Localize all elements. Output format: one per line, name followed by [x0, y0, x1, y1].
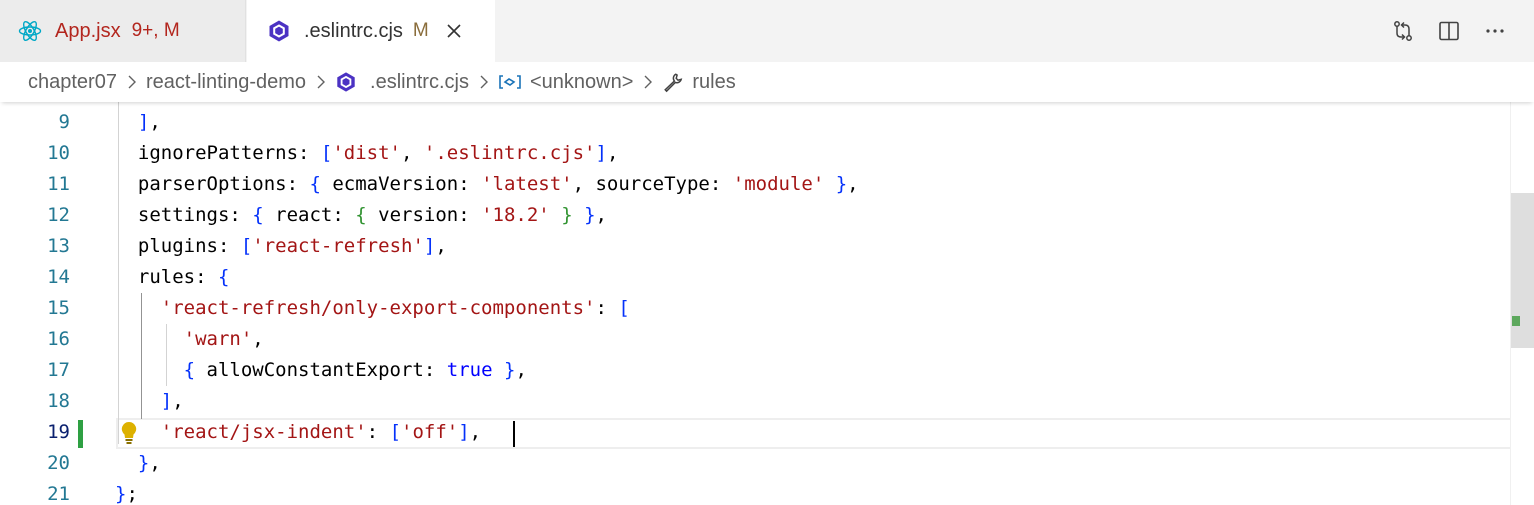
line-code: settings: { react: { version: '18.2' } }…	[115, 204, 607, 226]
line-code: rules: {	[115, 266, 230, 288]
line-number: 21	[47, 483, 70, 505]
code-line: 11 parserOptions: { ecmaVersion: 'latest…	[0, 169, 1510, 200]
line-code: ignorePatterns: ['dist', '.eslintrc.cjs'…	[115, 142, 619, 164]
line-number: 11	[47, 173, 70, 195]
code-line: 12 settings: { react: { version: '18.2' …	[0, 200, 1510, 231]
breadcrumb-item-property[interactable]: rules	[662, 70, 736, 94]
text-cursor	[513, 421, 515, 447]
line-number: 13	[47, 235, 70, 257]
code-line: 9 ],	[0, 107, 1510, 138]
clipped-line-fragment	[140, 102, 400, 106]
code-line-active: 19 'react/jsx-indent': ['off'],	[0, 417, 1510, 448]
line-code: };	[115, 483, 138, 505]
line-code: 'react-refresh/only-export-components': …	[160, 297, 630, 319]
code-line: 16 'warn',	[0, 324, 1510, 355]
breadcrumb-item-project[interactable]: react-linting-demo	[146, 71, 306, 94]
line-code: ],	[160, 390, 184, 412]
line-code: ],	[137, 111, 161, 133]
compare-changes-icon[interactable]	[1380, 11, 1426, 51]
code-line: 20 },	[0, 448, 1510, 479]
line-number: 16	[47, 328, 70, 350]
line-code: plugins: ['react-refresh'],	[115, 235, 447, 257]
line-number: 9	[58, 111, 70, 133]
tab-label: .eslintrc.cjs	[304, 19, 403, 42]
breadcrumb: chapter07 react-linting-demo .eslintrc.c…	[0, 62, 1534, 102]
line-number: 15	[47, 297, 70, 319]
tab-eslintrc[interactable]: .eslintrc.cjs M	[247, 0, 495, 62]
breadcrumb-item-folder[interactable]: chapter07	[28, 71, 117, 94]
line-number: 18	[47, 390, 70, 412]
tab-label: App.jsx	[55, 19, 121, 42]
line-code: 'warn',	[183, 328, 264, 350]
code-editor[interactable]: 9 ], 10 ignorePatterns: ['dist', '.eslin…	[0, 102, 1534, 505]
wrench-icon	[662, 71, 684, 93]
line-code: 'react/jsx-indent': ['off'],	[160, 421, 482, 443]
vertical-scrollbar[interactable]	[1510, 102, 1534, 505]
chevron-right-icon	[479, 74, 489, 90]
scrollbar-change-marker	[1512, 316, 1520, 326]
eslint-icon	[335, 71, 357, 93]
breadcrumb-property-label: rules	[692, 70, 736, 93]
tab-git-badge: M	[412, 20, 429, 41]
line-number: 10	[47, 142, 70, 164]
code-line: 21 };	[0, 479, 1510, 505]
code-line: 17 { allowConstantExport: true },	[0, 355, 1510, 386]
chevron-right-icon	[316, 74, 326, 90]
line-number: 20	[47, 452, 70, 474]
line-code: },	[137, 452, 161, 474]
breadcrumb-symbol-label: <unknown>	[529, 70, 634, 93]
chevron-right-icon	[127, 74, 137, 90]
tab-app-jsx[interactable]: App.jsx 9+, M	[0, 0, 246, 62]
code-line: 10 ignorePatterns: ['dist', '.eslintrc.c…	[0, 138, 1510, 169]
editor-actions	[1380, 0, 1534, 62]
variable-symbol-icon	[498, 73, 522, 91]
react-icon	[18, 19, 42, 43]
code-line: 18 ],	[0, 386, 1510, 417]
code-line: 15 'react-refresh/only-export-components…	[0, 293, 1510, 324]
line-number: 12	[47, 204, 70, 226]
chevron-right-icon	[643, 74, 653, 90]
tab-problem-badge: 9+, M	[131, 20, 180, 41]
code-line: 13 plugins: ['react-refresh'],	[0, 231, 1510, 262]
code-line: 14 rules: {	[0, 262, 1510, 293]
breadcrumb-file-label: .eslintrc.cjs	[370, 70, 469, 93]
breadcrumb-item-file[interactable]: .eslintrc.cjs	[335, 71, 469, 94]
line-number: 17	[47, 359, 70, 381]
eslint-icon	[267, 19, 291, 43]
lightbulb-icon[interactable]	[118, 420, 140, 446]
close-icon[interactable]	[443, 20, 465, 42]
line-number: 19	[47, 421, 70, 443]
editor-tab-bar: App.jsx 9+, M .eslintrc.cjs M	[0, 0, 1534, 62]
line-number: 14	[47, 266, 70, 288]
split-editor-icon[interactable]	[1426, 11, 1472, 51]
line-code: parserOptions: { ecmaVersion: 'latest', …	[115, 173, 859, 195]
line-code: { allowConstantExport: true },	[183, 359, 527, 381]
more-actions-icon[interactable]	[1472, 11, 1518, 51]
breadcrumb-item-symbol[interactable]: <unknown>	[498, 71, 633, 94]
